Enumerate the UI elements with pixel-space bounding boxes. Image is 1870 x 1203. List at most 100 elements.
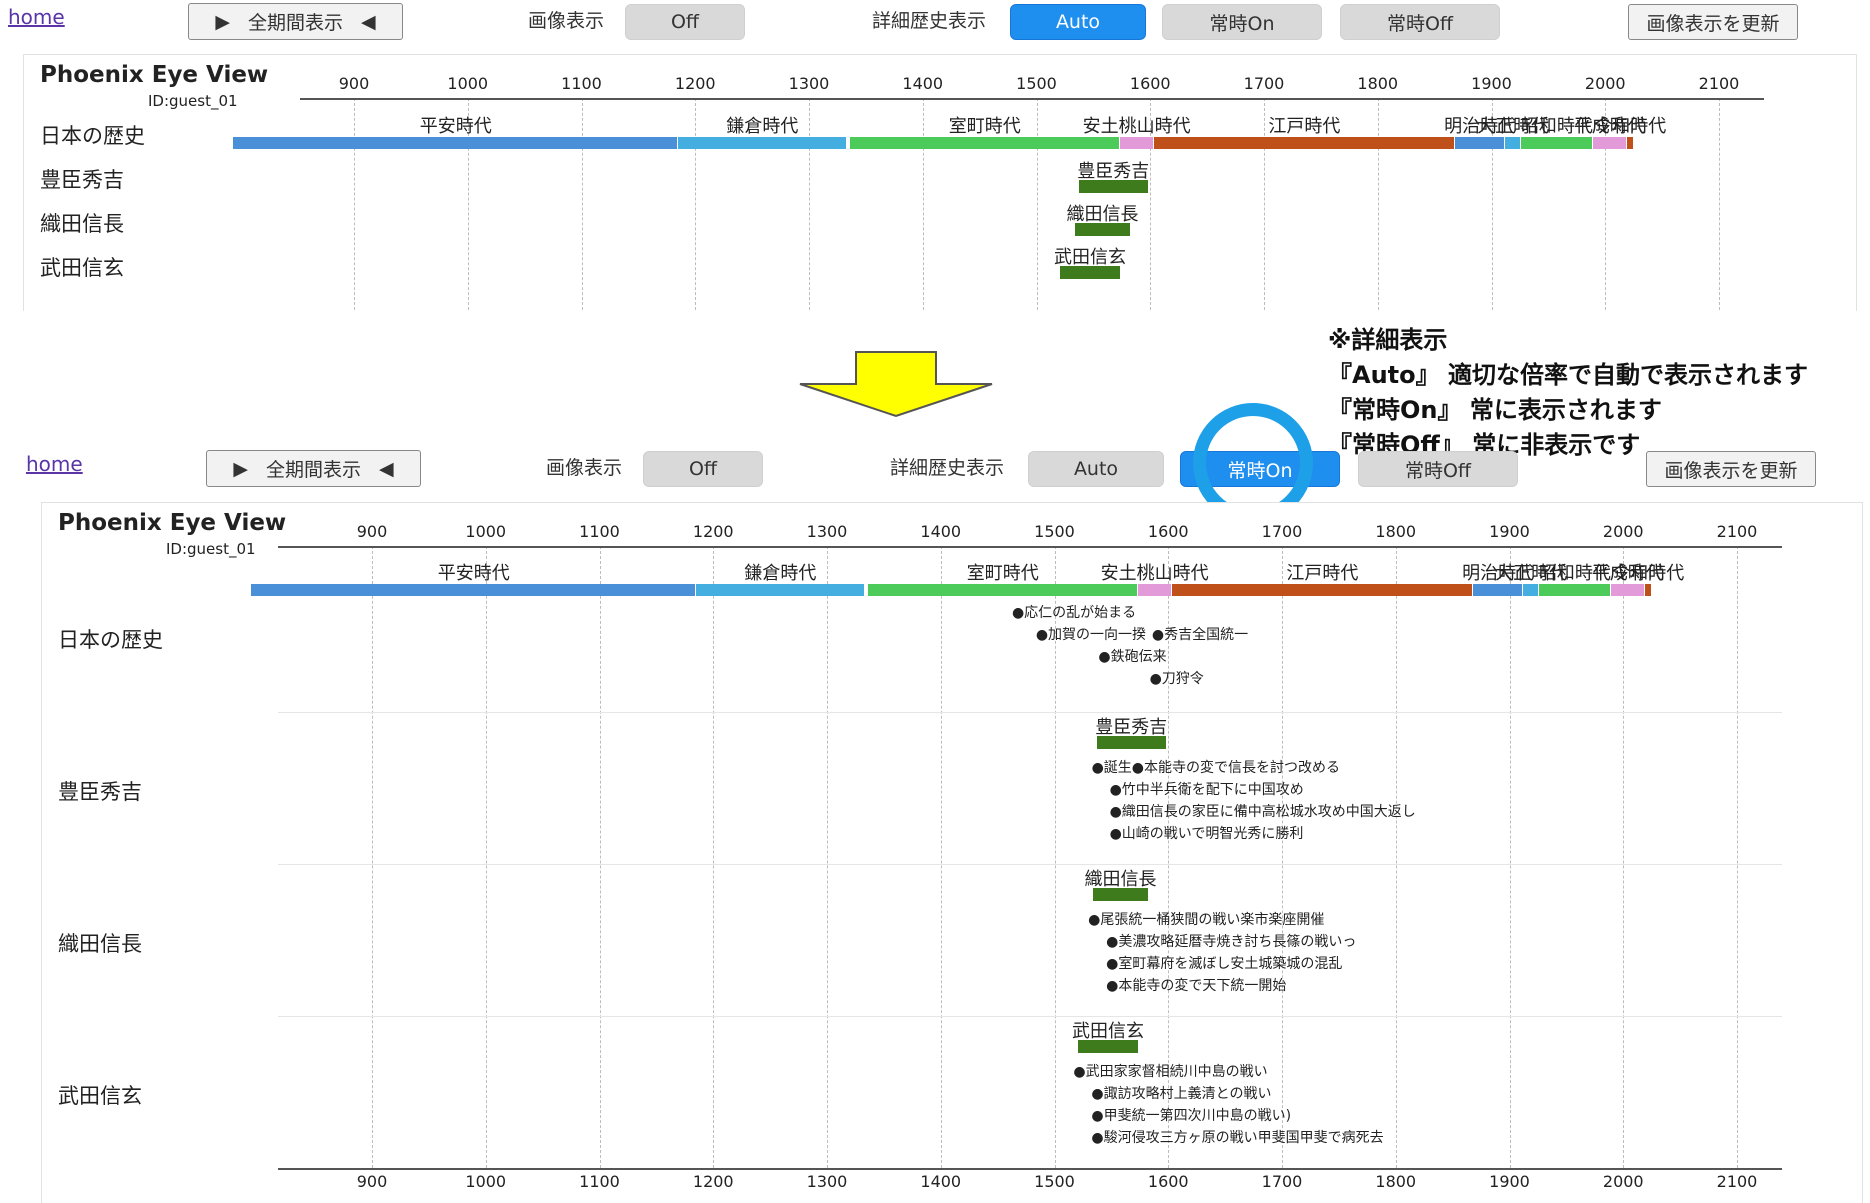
row-separator — [278, 1016, 1782, 1017]
play-left-icon: ◀ — [361, 10, 376, 33]
axis-tick-label-bottom: 1000 — [465, 1172, 507, 1191]
era-bar — [1137, 584, 1171, 596]
gridline — [354, 98, 355, 310]
home-link[interactable]: home — [8, 5, 65, 29]
detail-auto-button[interactable]: Auto — [1028, 451, 1164, 487]
image-display-toggle[interactable]: Off — [625, 4, 745, 40]
history-event: ●鉄砲伝来 — [1098, 649, 1167, 665]
person-event-cluster: ●尾張統一桶狭間の戦い楽市楽座開催 — [1088, 912, 1325, 928]
full-period-label: 全期間表示 — [247, 12, 343, 34]
gridline — [922, 98, 924, 310]
note-auto: 『Auto』 適切な倍率で自動で表示されます — [1328, 361, 1808, 389]
gridline — [372, 546, 373, 1168]
image-display-toggle[interactable]: Off — [643, 451, 763, 487]
era-bar — [1455, 137, 1505, 149]
gridline — [599, 546, 601, 1168]
axis-line — [278, 546, 1782, 548]
axis-line — [300, 98, 1764, 100]
era-bar — [1523, 584, 1539, 596]
axis-tick-label: 2100 — [1698, 74, 1740, 93]
axis-tick-label: 900 — [356, 522, 388, 541]
axis-line-bottom — [278, 1168, 1782, 1170]
row-label-hideyoshi: 豊臣秀吉 — [40, 168, 124, 192]
axis-tick-label-bottom: 1800 — [1375, 1172, 1417, 1191]
axis-tick-label: 2100 — [1716, 522, 1758, 541]
axis-tick-label: 1100 — [579, 522, 620, 541]
era-label: 平安時代 — [419, 116, 492, 137]
row-label-shingen: 武田信玄 — [58, 1084, 142, 1108]
axis-tick-label: 2000 — [1602, 522, 1644, 541]
play-left-icon: ◀ — [379, 457, 394, 480]
gridline — [581, 98, 583, 310]
gridline — [809, 98, 810, 310]
axis-tick-label: 900 — [338, 74, 370, 93]
era-bar — [1626, 137, 1633, 149]
axis-tick-label-bottom: 1500 — [1034, 1172, 1075, 1191]
row-label-nobunaga: 織田信長 — [58, 932, 142, 956]
axis-tick-label: 1700 — [1261, 522, 1303, 541]
axis-tick-label: 1300 — [806, 522, 848, 541]
era-bar — [1473, 584, 1523, 596]
refresh-image-button[interactable]: 画像表示を更新 — [1646, 451, 1816, 487]
gridline — [1264, 98, 1265, 310]
era-label: 安土桃山時代 — [1100, 563, 1209, 584]
axis-tick-label-bottom: 1300 — [806, 1172, 848, 1191]
axis-tick-label: 1800 — [1375, 522, 1417, 541]
axis-tick-label: 1200 — [692, 522, 734, 541]
play-right-icon: ▶ — [215, 10, 230, 33]
timeline-panel-bottom — [41, 502, 1863, 1203]
axis-tick-label-bottom: 900 — [356, 1172, 388, 1191]
detail-auto-button[interactable]: Auto — [1010, 4, 1146, 40]
detail-always-on-button[interactable]: 常時On — [1162, 4, 1322, 40]
axis-tick-label-bottom: 1200 — [692, 1172, 734, 1191]
axis-tick-label-bottom: 1100 — [579, 1172, 620, 1191]
era-label: 安土桃山時代 — [1082, 116, 1191, 137]
axis-tick-label: 1900 — [1489, 522, 1530, 541]
history-event: ●応仁の乱が始まる — [1011, 605, 1137, 621]
gridline — [1737, 546, 1738, 1168]
person-name: 武田信玄 — [1053, 247, 1126, 268]
person-event-cluster: ●誕生●本能寺の変で信長を討つ改める — [1091, 760, 1341, 776]
gridline — [940, 546, 942, 1168]
person-event-cluster: ●美濃攻略延暦寺焼き討ち長篠の戦いっ — [1106, 934, 1357, 950]
era-label: 鎌倉時代 — [726, 116, 799, 137]
history-event: ●秀吉全国統一 — [1151, 627, 1249, 643]
detail-always-off-button[interactable]: 常時Off — [1340, 4, 1500, 40]
person-event-cluster: ●竹中半兵衛を配下に中国攻め — [1109, 782, 1304, 798]
image-display-label: 画像表示 — [546, 457, 623, 479]
era-bar — [1505, 137, 1521, 149]
era-label: 室町時代 — [966, 563, 1039, 584]
gridline — [1377, 98, 1379, 310]
detail-history-label: 詳細歴史表示 — [890, 457, 1005, 479]
row-label-japan-history: 日本の歴史 — [58, 628, 163, 652]
gridline — [695, 98, 697, 310]
era-label: 江戸時代 — [1268, 116, 1341, 137]
row-label-japan-history: 日本の歴史 — [40, 124, 145, 148]
gridline — [1509, 546, 1511, 1168]
app-title: Phoenix Eye View — [58, 510, 287, 536]
full-period-button[interactable]: ▶ 全期間表示 ◀ — [188, 3, 403, 40]
user-id: ID:guest_01 — [166, 540, 256, 558]
detail-always-off-button[interactable]: 常時Off — [1358, 451, 1518, 487]
era-bar — [1171, 584, 1473, 596]
user-id: ID:guest_01 — [148, 92, 238, 110]
row-label-nobunaga: 織田信長 — [40, 212, 124, 236]
era-bar — [1153, 137, 1455, 149]
home-link[interactable]: home — [26, 452, 83, 476]
axis-tick-label: 1600 — [1129, 74, 1171, 93]
person-event-cluster: ●山崎の戦いで明智光秀に勝利 — [1109, 826, 1304, 842]
era-bar — [696, 584, 864, 596]
gridline — [485, 546, 487, 1168]
axis-tick-label: 1200 — [674, 74, 716, 93]
era-bar — [867, 584, 1137, 596]
era-label: 江戸時代 — [1286, 563, 1359, 584]
refresh-image-button[interactable]: 画像表示を更新 — [1628, 4, 1798, 40]
era-bar — [678, 137, 846, 149]
full-period-button[interactable]: ▶ 全期間表示 ◀ — [206, 450, 421, 487]
axis-tick-label: 1000 — [447, 74, 489, 93]
axis-tick-label: 1300 — [788, 74, 830, 93]
axis-tick-label: 1900 — [1471, 74, 1512, 93]
person-event-cluster: ●甲斐統一第四次川中島の戦い) — [1091, 1108, 1292, 1124]
gridline — [1623, 546, 1625, 1168]
image-display-label: 画像表示 — [528, 10, 605, 32]
